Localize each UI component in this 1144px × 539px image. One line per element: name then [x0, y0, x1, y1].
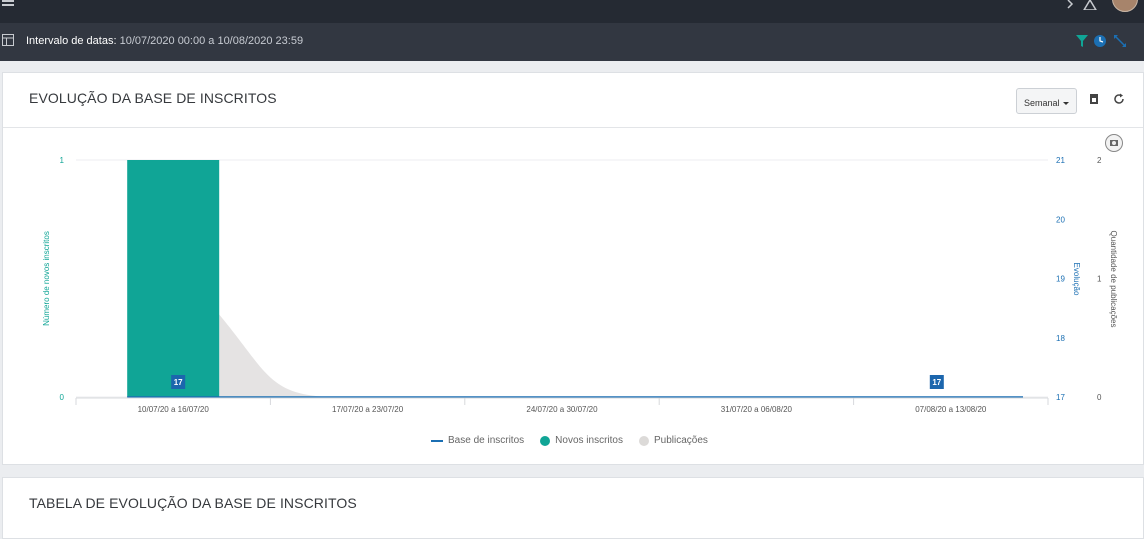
- panel-title: TABELA DE EVOLUÇÃO DA BASE DE INSCRITOS: [29, 495, 357, 511]
- x-axis-label: 07/08/20 a 13/08/20: [915, 405, 987, 414]
- avatar[interactable]: [1112, 0, 1138, 12]
- legend-dot-marker: [638, 435, 649, 446]
- evolution-panel: EVOLUÇÃO DA BASE DE INSCRITOS Semanal 17…: [2, 72, 1144, 465]
- chart-legend: Base de inscritos Novos inscritos Public…: [431, 435, 708, 446]
- y-right2-tick: 1: [1097, 275, 1102, 284]
- date-range-actions: [1074, 33, 1134, 54]
- top-navbar: [0, 0, 1144, 23]
- y-right1-tick: 21: [1056, 156, 1065, 165]
- top-right-icons: [1062, 0, 1108, 13]
- y-right1-tick: 20: [1056, 215, 1065, 224]
- clock-icon[interactable]: [1094, 35, 1106, 47]
- x-axis-label: 10/07/20 a 16/07/20: [138, 405, 210, 414]
- legend-dot-marker: [540, 435, 551, 446]
- menu-icon[interactable]: [2, 0, 14, 8]
- legend-label: Base de inscritos: [448, 435, 525, 446]
- y-right1-tick: 17: [1056, 393, 1065, 402]
- y-left-title: Número de novos inscritos: [42, 231, 51, 326]
- date-range-value: 10/07/2020 00:00 a 10/08/2020 23:59: [119, 35, 304, 47]
- bar-novos-inscritos: [127, 160, 220, 397]
- x-axis-label: 17/07/20 a 23/07/20: [332, 405, 404, 414]
- evolution-table-panel: TABELA DE EVOLUÇÃO DA BASE DE INSCRITOS: [2, 477, 1144, 539]
- date-range-bar: Intervalo de datas: 10/07/2020 00:00 a 1…: [0, 23, 1144, 61]
- legend-publicacoes[interactable]: Publicações: [638, 435, 708, 446]
- x-axis-label: 31/07/20 a 06/08/20: [721, 405, 793, 414]
- y-left-tick: 0: [60, 393, 65, 402]
- filter-icon[interactable]: [1076, 35, 1088, 47]
- area-publicacoes: [219, 314, 1048, 397]
- legend-line-marker: [431, 439, 443, 442]
- user-actions-icon[interactable]: [1062, 0, 1108, 11]
- y-right1-tick: 18: [1056, 334, 1065, 343]
- expand-icon[interactable]: [1114, 35, 1126, 47]
- y-right1-tick: 19: [1056, 275, 1065, 284]
- y-left-tick: 1: [60, 156, 65, 165]
- date-range-label: Intervalo de datas: [26, 35, 114, 47]
- x-axis-label: 24/07/20 a 30/07/20: [526, 405, 598, 414]
- evolution-chart: 17 17 10/07/20 a 16/07/20 17/07/20 a 23/07/…: [42, 156, 1118, 414]
- y-right2-tick: 2: [1097, 156, 1102, 165]
- y-right2-tick: 0: [1097, 393, 1102, 402]
- date-range-text[interactable]: Intervalo de datas: 10/07/2020 00:00 a 1…: [26, 35, 303, 47]
- data-label: 17: [174, 378, 183, 387]
- y-right2-title: Quantidade de publicações: [1109, 231, 1118, 328]
- dashboard-icon[interactable]: [2, 34, 14, 46]
- legend-label: Publicações: [653, 435, 708, 446]
- y-right1-title: Evolução: [1072, 263, 1081, 296]
- legend-base-inscritos[interactable]: Base de inscritos: [431, 435, 524, 446]
- legend-novos-inscritos[interactable]: Novos inscritos: [540, 435, 623, 446]
- legend-label: Novos inscritos: [555, 435, 623, 446]
- data-label: 17: [932, 378, 941, 387]
